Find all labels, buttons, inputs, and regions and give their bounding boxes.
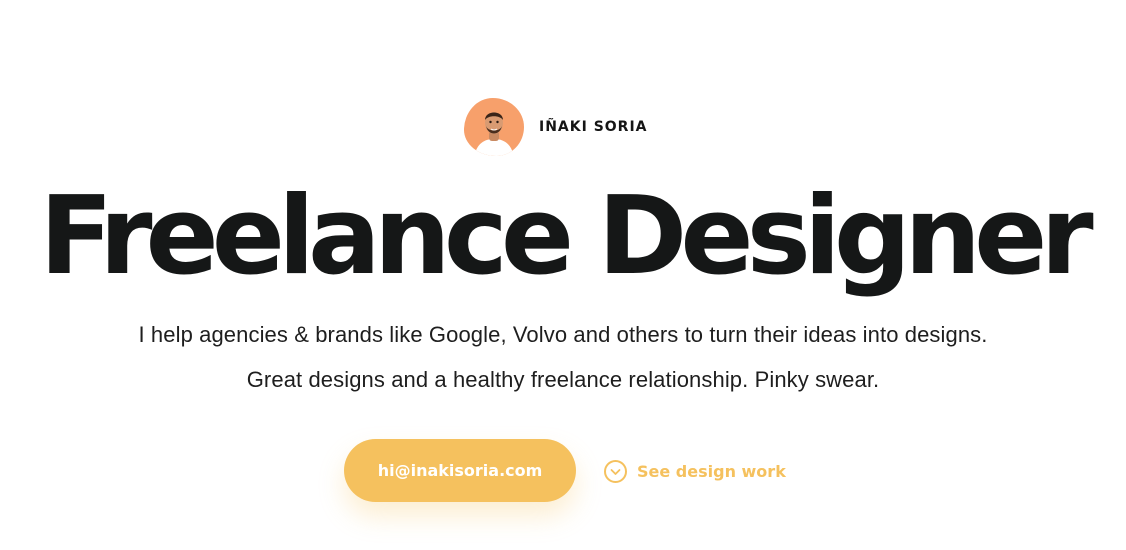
page-title: Freelance Designer <box>39 174 1093 299</box>
avatar-portrait-icon <box>474 112 514 156</box>
see-design-work-label: See design work <box>637 462 786 481</box>
email-button[interactable]: hi@inakisoria.com <box>344 439 576 502</box>
see-design-work-link[interactable]: See design work <box>604 458 786 485</box>
chevron-down-circle-icon <box>604 460 627 483</box>
avatar <box>464 98 524 156</box>
subtitle-line-1: I help agencies & brands like Google, Vo… <box>138 322 988 347</box>
page: IÑAKI SORIA Freelance Designer I help ag… <box>0 0 1126 550</box>
subtitle-line-2: Great designs and a healthy freelance re… <box>246 367 880 392</box>
brand-name: IÑAKI SORIA <box>539 119 648 135</box>
brand-header[interactable]: IÑAKI SORIA <box>464 97 648 157</box>
